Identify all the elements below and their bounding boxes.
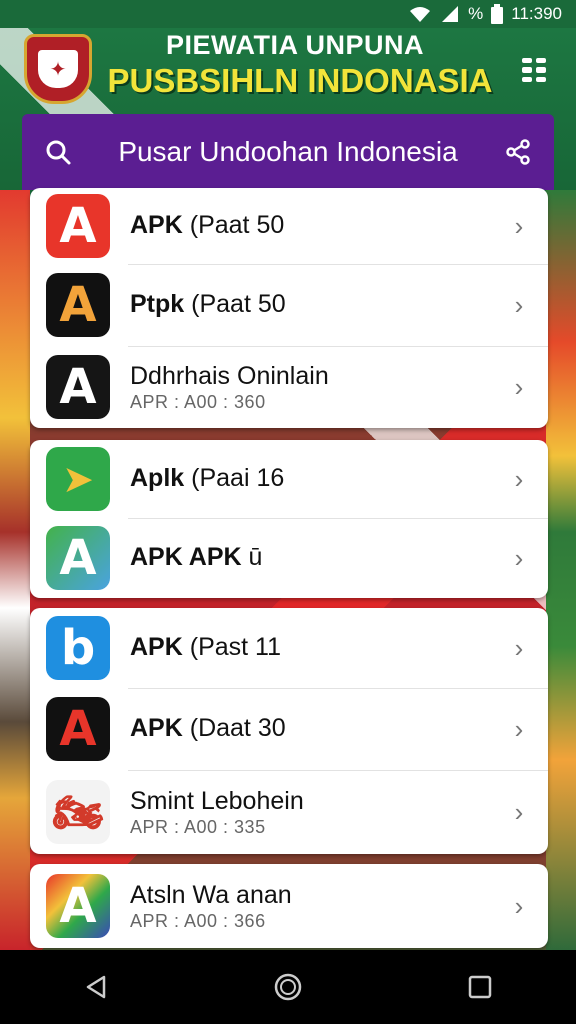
search-bar: Pusar Undoohan Indonesia bbox=[22, 114, 554, 190]
app-list-card: b APK (Past 11 › A APK (Daat 30 › 🏍 Smin… bbox=[30, 608, 548, 854]
letter-a-green-blue-icon: A bbox=[46, 526, 110, 590]
app-list-card: ➤ Aplk (Paai 16 › A APK APK ū › bbox=[30, 440, 548, 598]
item-title: Smint Lebohein bbox=[130, 787, 304, 816]
item-title-bold: APK bbox=[130, 633, 183, 662]
item-title-bold: Ptpk bbox=[130, 290, 185, 319]
item-title-bold: Aplk bbox=[130, 464, 185, 493]
clock: 11:390 bbox=[511, 4, 562, 23]
item-subtitle: APR : A00 : 360 bbox=[130, 391, 266, 412]
battery-icon bbox=[491, 4, 504, 24]
letter-b-blue-icon: b bbox=[46, 616, 110, 680]
item-title: ū bbox=[241, 543, 263, 572]
list-item[interactable]: b APK (Past 11 › bbox=[30, 608, 548, 688]
item-title: Atsln Wa anan bbox=[130, 881, 292, 910]
system-nav-bar bbox=[0, 950, 576, 1024]
letter-a-rainbow-icon: A bbox=[46, 874, 110, 938]
item-title: (Past 11 bbox=[182, 633, 281, 662]
garuda-logo-icon: ✦ bbox=[24, 34, 92, 104]
search-icon[interactable] bbox=[40, 134, 76, 170]
list-item[interactable]: A Atsln Wa anan APR : A00 : 366 › bbox=[30, 864, 548, 948]
chevron-right-icon: › bbox=[514, 890, 524, 921]
search-bar-title: Pusar Undoohan Indonesia bbox=[118, 136, 458, 167]
item-subtitle: APR : A00 : 335 bbox=[130, 816, 266, 837]
list-item[interactable]: A APK (Paat 50 › bbox=[30, 188, 548, 264]
list-item[interactable]: A Ptpk (Paat 50 › bbox=[30, 264, 548, 346]
list-item[interactable]: A Ddhrhais Oninlain APR : A00 : 360 › bbox=[30, 346, 548, 428]
app-list-card: A APK (Paat 50 › A Ptpk (Paat 50 › A Ddh… bbox=[30, 188, 548, 428]
signal-icon bbox=[440, 5, 460, 23]
item-title: (Paat 50 bbox=[184, 290, 286, 319]
recents-square-icon[interactable] bbox=[450, 957, 510, 1017]
item-title: Ddhrhais Oninlain bbox=[130, 362, 329, 391]
battery-percent: % bbox=[468, 4, 484, 23]
letter-a-black-red-icon: A bbox=[46, 697, 110, 761]
back-triangle-icon[interactable] bbox=[66, 957, 126, 1017]
status-bar: % 11:390 bbox=[0, 0, 576, 28]
list-item[interactable]: A APK (Daat 30 › bbox=[30, 688, 548, 770]
chevron-right-icon: › bbox=[514, 713, 524, 744]
item-title-bold: APK APK bbox=[130, 543, 242, 572]
letter-a-red-icon: A bbox=[46, 194, 110, 258]
item-subtitle: APR : A00 : 366 bbox=[130, 910, 266, 931]
item-title: (Paat 50 bbox=[182, 211, 285, 240]
item-title: (Paai 16 bbox=[184, 464, 285, 493]
list-item[interactable]: 🏍 Smint Lebohein APR : A00 : 335 › bbox=[30, 770, 548, 854]
grid-menu-icon[interactable] bbox=[522, 58, 546, 82]
motorbike-icon: 🏍 bbox=[46, 780, 110, 844]
chevron-right-icon: › bbox=[514, 796, 524, 827]
letter-a-black-orange-icon: A bbox=[46, 273, 110, 337]
chevron-right-icon: › bbox=[514, 463, 524, 494]
item-title-bold: APK bbox=[130, 714, 183, 743]
chevron-right-icon: › bbox=[514, 210, 524, 241]
green-arrow-icon: ➤ bbox=[46, 447, 110, 511]
background-right-decoration bbox=[546, 190, 576, 950]
background-left-decoration bbox=[0, 190, 30, 950]
header-title-line1: PIEWATIA UNPUNA bbox=[165, 30, 424, 60]
share-icon[interactable] bbox=[500, 134, 536, 170]
app-header: ✦ PIEWATIA UNPUNA PUSBSIHLN INDONASIA bbox=[0, 28, 576, 114]
chevron-right-icon: › bbox=[514, 371, 524, 402]
list-item[interactable]: ➤ Aplk (Paai 16 › bbox=[30, 440, 548, 518]
app-list-card: A Atsln Wa anan APR : A00 : 366 › bbox=[30, 864, 548, 948]
list-item[interactable]: A APK APK ū › bbox=[30, 518, 548, 598]
wifi-icon bbox=[408, 5, 432, 23]
header-title-line2: PUSBSIHLN INDONASIA bbox=[107, 62, 493, 99]
chevron-right-icon: › bbox=[514, 542, 524, 573]
chevron-right-icon: › bbox=[514, 289, 524, 320]
item-title-bold: APK bbox=[130, 211, 183, 240]
item-title: (Daat 30 bbox=[182, 714, 286, 743]
chevron-right-icon: › bbox=[514, 632, 524, 663]
letter-a-black-white-icon: A bbox=[46, 355, 110, 419]
home-circle-icon[interactable] bbox=[258, 957, 318, 1017]
